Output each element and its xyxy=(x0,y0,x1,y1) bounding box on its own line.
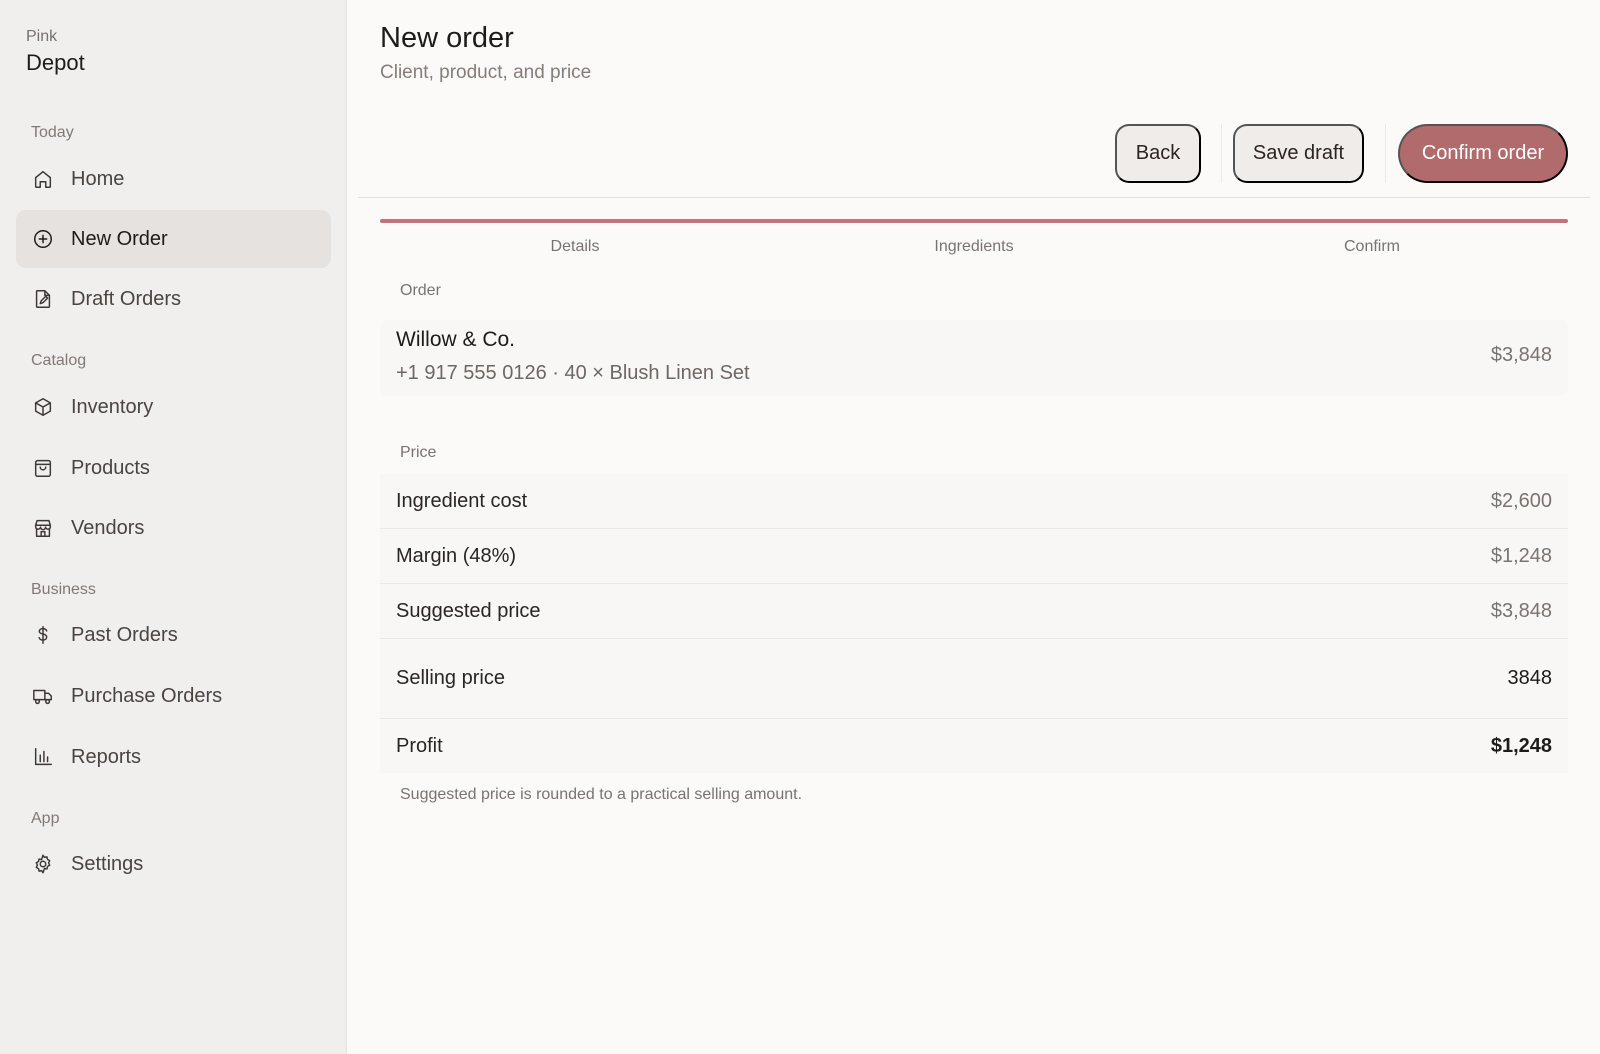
sidebar-item-label: Past Orders xyxy=(71,623,178,646)
section-label-business: Business xyxy=(31,581,96,598)
selling-price-label: Selling price xyxy=(396,667,505,689)
step-details[interactable]: Details xyxy=(475,238,675,256)
brand-name-small: Pink xyxy=(26,28,58,45)
sidebar-item-purchase-orders[interactable]: Purchase Orders xyxy=(16,667,331,725)
order-total: $3,848 xyxy=(1490,344,1552,366)
shopping-bag-icon xyxy=(31,456,55,480)
price-row-ingredient-cost: Ingredient cost $2,600 xyxy=(380,474,1568,528)
truck-icon xyxy=(31,684,55,708)
price-row-selling-price: Selling price xyxy=(380,639,1568,718)
sidebar-item-reports[interactable]: Reports xyxy=(16,728,331,786)
price-row-label: Suggested price xyxy=(396,599,541,622)
sidebar-item-products[interactable]: Products xyxy=(16,439,331,497)
sidebar-item-settings[interactable]: Settings xyxy=(16,835,331,893)
section-label-app: App xyxy=(31,810,60,827)
sidebar-item-label: Draft Orders xyxy=(71,287,182,310)
store-icon xyxy=(31,516,55,540)
sidebar-item-label: Reports xyxy=(71,745,142,768)
pricing-footnote: Suggested price is rounded to a practica… xyxy=(400,786,803,803)
price-row-value: $2,600 xyxy=(1490,489,1552,512)
selling-price-input[interactable] xyxy=(1432,667,1552,690)
price-row-label: Margin (48%) xyxy=(396,544,517,567)
price-row-suggested-price: Suggested price $3,848 xyxy=(380,584,1568,638)
sidebar-item-label: Settings xyxy=(71,852,144,875)
sidebar-item-inventory[interactable]: Inventory xyxy=(16,378,331,436)
order-detail: +1 917 555 0126 · 40 × Blush Linen Set xyxy=(396,362,750,384)
step-confirm[interactable]: Confirm xyxy=(1272,238,1472,256)
sidebar-item-label: New Order xyxy=(71,227,168,250)
sidebar-item-new-order[interactable]: New Order xyxy=(16,210,331,268)
save-draft-button[interactable]: Save draft xyxy=(1233,124,1364,183)
price-row-value: $1,248 xyxy=(1490,544,1552,567)
brand-logo[interactable]: Pink Depot xyxy=(26,28,85,76)
order-summary-card: Willow & Co. +1 917 555 0126 · 40 × Blus… xyxy=(380,320,1568,396)
confirm-order-button[interactable]: Confirm order xyxy=(1398,124,1568,183)
sidebar-item-vendors[interactable]: Vendors xyxy=(16,499,331,557)
section-label-catalog: Catalog xyxy=(31,352,87,369)
price-row-profit: Profit $1,248 xyxy=(380,719,1568,773)
step-progress-bar xyxy=(380,219,1568,223)
plus-circle-icon xyxy=(31,227,55,251)
back-button[interactable]: Back xyxy=(1115,124,1201,183)
sidebar-item-label: Vendors xyxy=(71,516,145,539)
bar-chart-icon xyxy=(31,745,55,769)
section-label-today: Today xyxy=(31,124,74,141)
page-title: New order xyxy=(380,22,514,54)
file-edit-icon xyxy=(31,287,55,311)
page-subtitle: Client, product, and price xyxy=(380,62,592,83)
sidebar-item-home[interactable]: Home xyxy=(16,150,331,208)
profit-label: Profit xyxy=(396,734,443,757)
box-icon xyxy=(31,395,55,419)
profit-value: $1,248 xyxy=(1490,734,1552,757)
price-row-value: $3,848 xyxy=(1490,599,1552,622)
home-icon xyxy=(31,167,55,191)
sidebar-item-label: Purchase Orders xyxy=(71,684,223,707)
gear-icon xyxy=(31,852,55,876)
sidebar-item-label: Products xyxy=(71,456,150,479)
client-name: Willow & Co. xyxy=(396,328,516,351)
sidebar-item-past-orders[interactable]: Past Orders xyxy=(16,606,331,664)
price-section-label: Price xyxy=(400,444,437,461)
price-row-label: Ingredient cost xyxy=(396,489,528,512)
sidebar-item-label: Home xyxy=(71,167,125,190)
button-divider xyxy=(1385,124,1386,183)
sidebar-item-label: Inventory xyxy=(71,395,154,418)
brand-name-big: Depot xyxy=(26,50,85,75)
sidebar-item-draft-orders[interactable]: Draft Orders xyxy=(16,270,331,328)
step-ingredients[interactable]: Ingredients xyxy=(874,238,1074,256)
dollar-icon xyxy=(31,623,55,647)
header-divider xyxy=(358,197,1590,198)
order-section-label: Order xyxy=(400,282,441,299)
sidebar: Pink Depot Today Home New Order Draft Or… xyxy=(0,0,347,1054)
price-row-margin: Margin (48%) $1,248 xyxy=(380,529,1568,583)
button-divider xyxy=(1221,124,1222,183)
